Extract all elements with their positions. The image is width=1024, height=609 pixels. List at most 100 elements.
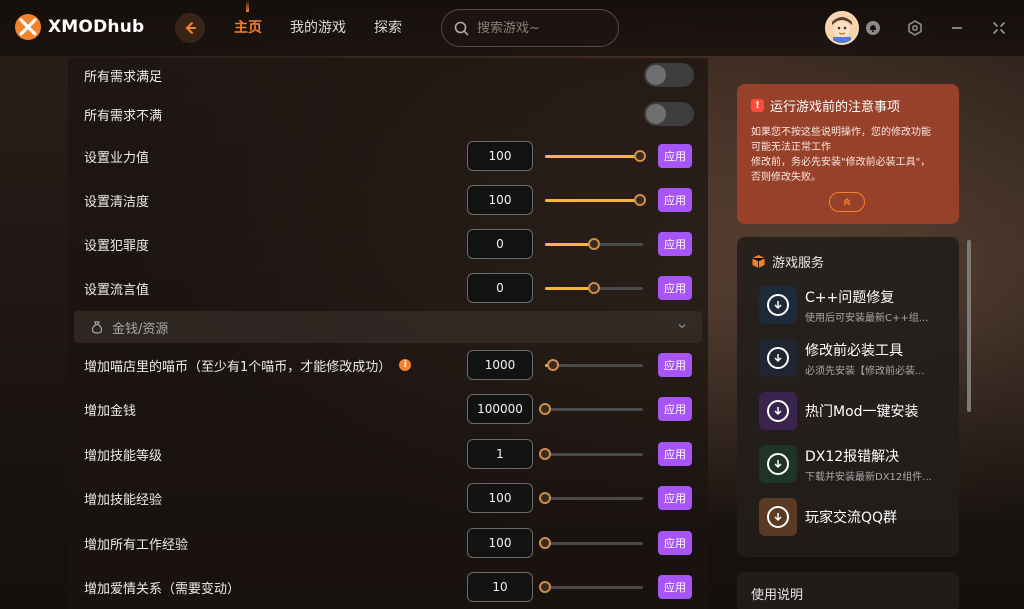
service-desc: 下载并安装最新DX12组件... bbox=[805, 471, 932, 483]
option-label: 增加技能等级 bbox=[84, 448, 163, 464]
download-icon bbox=[774, 301, 782, 310]
service-title: 玩家交流QQ群 bbox=[805, 510, 898, 526]
value-input[interactable]: 1000 bbox=[467, 350, 533, 380]
search-icon bbox=[454, 21, 469, 35]
chevron-down-icon bbox=[678, 324, 686, 329]
slider-handle[interactable] bbox=[588, 238, 600, 250]
nav-explore[interactable]: 探索 bbox=[374, 17, 402, 37]
option-label: 增加爱情关系（需要变动） bbox=[84, 581, 241, 597]
mod-options-panel: 所有需求满足 所有需求不满 设置业力值 100 应用 设置清洁度 100 应用 … bbox=[68, 58, 708, 609]
value-slider[interactable] bbox=[539, 580, 643, 594]
settings-icon[interactable] bbox=[904, 17, 926, 39]
option-row: 增加技能经验 100 应用 bbox=[84, 481, 696, 515]
value-slider[interactable] bbox=[545, 281, 643, 295]
service-item[interactable]: C++问题修复使用后可安装最新C++组... bbox=[759, 285, 949, 325]
service-item[interactable]: 玩家交流QQ群 bbox=[759, 497, 949, 537]
notice-body: 如果您不按这些说明操作，您的修改功能 可能无法正常工作 修改前，务必先安装"修改… bbox=[751, 125, 945, 185]
usage-card[interactable]: 使用说明 bbox=[737, 572, 959, 609]
service-item[interactable]: 修改前必装工具 必须先安装【修改前必装... bbox=[759, 338, 949, 378]
apply-button[interactable]: 应用 bbox=[658, 144, 692, 168]
value-slider[interactable] bbox=[545, 193, 647, 207]
collapse-button[interactable] bbox=[829, 192, 865, 212]
slider-handle[interactable] bbox=[588, 282, 600, 294]
window-controls bbox=[862, 17, 1010, 39]
option-row: 增加金钱 100000 应用 bbox=[84, 392, 696, 426]
slider-handle[interactable] bbox=[539, 448, 551, 460]
apply-button[interactable]: 应用 bbox=[658, 232, 692, 256]
money-bag-icon bbox=[91, 321, 103, 334]
slider-handle[interactable] bbox=[634, 150, 647, 162]
main-nav: 主页 我的游戏 探索 bbox=[234, 0, 402, 37]
apply-button[interactable]: 应用 bbox=[658, 486, 692, 510]
value-slider[interactable] bbox=[545, 237, 643, 251]
top-bar: XMODhub 主页 我的游戏 探索 bbox=[0, 0, 1024, 56]
service-title: C++问题修复 bbox=[805, 289, 895, 306]
notification-icon[interactable] bbox=[862, 17, 884, 39]
value-slider[interactable] bbox=[539, 402, 643, 416]
slider-handle[interactable] bbox=[546, 359, 559, 371]
option-row: 设置清洁度 100 应用 bbox=[84, 183, 696, 217]
section-money-resources[interactable]: 金钱/资源 bbox=[74, 311, 702, 343]
scrollbar[interactable] bbox=[967, 240, 971, 412]
value-input[interactable]: 100 bbox=[467, 185, 533, 215]
download-icon bbox=[774, 354, 782, 363]
value-input[interactable]: 10 bbox=[467, 572, 533, 602]
value-input[interactable]: 100 bbox=[467, 483, 533, 513]
section-title: 金钱/资源 bbox=[112, 321, 169, 337]
value-input[interactable]: 0 bbox=[467, 229, 533, 259]
back-button[interactable] bbox=[175, 13, 205, 43]
option-row: 所有需求满足 bbox=[84, 58, 696, 92]
apply-button[interactable]: 应用 bbox=[658, 575, 692, 599]
close-icon[interactable] bbox=[988, 17, 1010, 39]
slider-handle[interactable] bbox=[539, 537, 551, 549]
value-input[interactable]: 100 bbox=[467, 141, 533, 171]
value-slider[interactable] bbox=[545, 149, 647, 163]
notice-title: 运行游戏前的注意事项 bbox=[770, 100, 901, 115]
services-title: 游戏服务 bbox=[772, 256, 825, 271]
service-desc: 使用后可安装最新C++组... bbox=[805, 312, 929, 324]
notice-text: 否则修改失败。 bbox=[751, 172, 821, 183]
service-icon bbox=[759, 339, 797, 377]
download-icon bbox=[774, 513, 782, 522]
value-input[interactable]: 1 bbox=[467, 439, 533, 469]
value-input[interactable]: 100000 bbox=[467, 394, 533, 424]
slider-handle[interactable] bbox=[539, 492, 551, 504]
notice-header: ! 运行游戏前的注意事项 bbox=[751, 96, 945, 115]
option-row: 设置业力值 100 应用 bbox=[84, 139, 696, 173]
slider-handle[interactable] bbox=[634, 194, 647, 206]
service-item[interactable]: 热门Mod一键安装 bbox=[759, 391, 949, 431]
box-icon bbox=[752, 255, 765, 268]
apply-button[interactable]: 应用 bbox=[658, 397, 692, 421]
toggle-switch[interactable] bbox=[644, 102, 694, 126]
service-item[interactable]: DX12报错解决下载并安装最新DX12组件... bbox=[759, 444, 949, 484]
info-icon[interactable]: i bbox=[399, 359, 412, 371]
toggle-switch[interactable] bbox=[644, 63, 694, 87]
minimize-icon[interactable] bbox=[946, 17, 968, 39]
apply-button[interactable]: 应用 bbox=[658, 442, 692, 466]
value-slider[interactable] bbox=[539, 536, 643, 550]
service-title: DX12报错解决 bbox=[805, 448, 900, 465]
nav-home[interactable]: 主页 bbox=[234, 0, 262, 37]
arrow-left-icon bbox=[185, 22, 196, 34]
apply-button[interactable]: 应用 bbox=[658, 188, 692, 212]
slider-handle[interactable] bbox=[539, 581, 551, 593]
value-slider[interactable] bbox=[545, 358, 643, 372]
apply-button[interactable]: 应用 bbox=[658, 353, 692, 377]
value-slider[interactable] bbox=[539, 447, 643, 461]
option-row: 设置犯罪度 0 应用 bbox=[84, 227, 696, 261]
slider-handle[interactable] bbox=[539, 403, 551, 415]
value-input[interactable]: 0 bbox=[467, 273, 533, 303]
search-input[interactable] bbox=[477, 20, 607, 36]
service-icon bbox=[759, 286, 797, 324]
option-row: 增加技能等级 1 应用 bbox=[84, 437, 696, 471]
value-input[interactable]: 100 bbox=[467, 528, 533, 558]
user-avatar[interactable] bbox=[825, 11, 859, 45]
option-label: 设置流言值 bbox=[84, 282, 150, 298]
search-box[interactable] bbox=[441, 9, 619, 47]
nav-my-games[interactable]: 我的游戏 bbox=[290, 17, 346, 37]
app-logo[interactable]: XMODhub bbox=[14, 13, 144, 41]
apply-button[interactable]: 应用 bbox=[658, 276, 692, 300]
value-slider[interactable] bbox=[539, 491, 643, 505]
apply-button[interactable]: 应用 bbox=[658, 531, 692, 555]
services-header: 游戏服务 bbox=[751, 252, 824, 271]
